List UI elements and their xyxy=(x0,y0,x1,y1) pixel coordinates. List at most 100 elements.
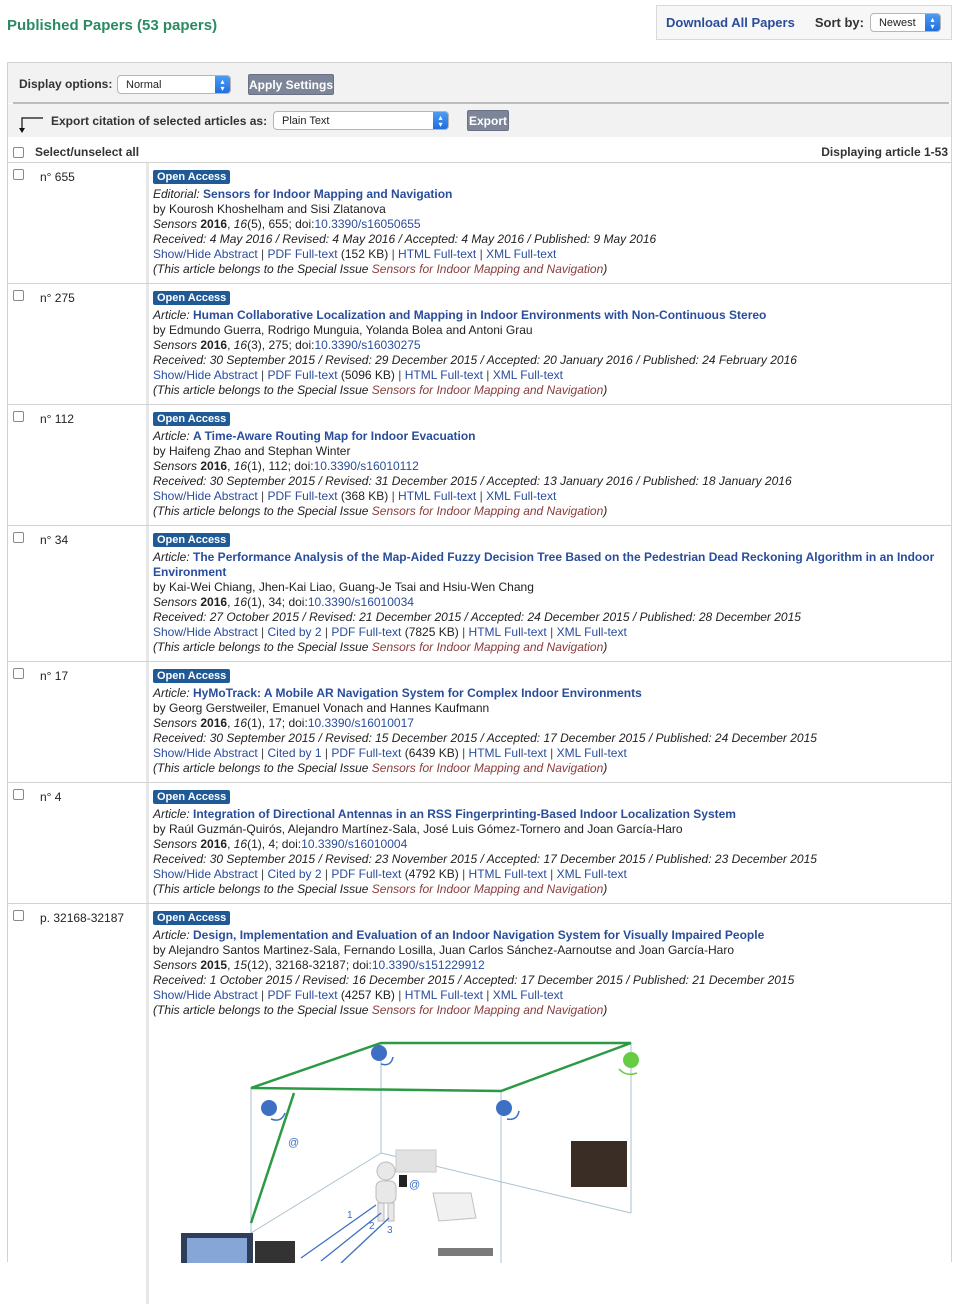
select-all-label[interactable]: Select/unselect all xyxy=(35,145,139,159)
article-content: Open Access Article: The Performance Ana… xyxy=(146,526,951,661)
article-title-link[interactable]: Design, Implementation and Evaluation of… xyxy=(193,928,764,942)
article-content: Open Access Article: Human Collaborative… xyxy=(146,284,951,404)
export-format-select[interactable]: Plain Text ▴ ▾ xyxy=(273,111,449,130)
select-all-checkbox[interactable] xyxy=(13,147,24,158)
pdf-fulltext-link[interactable]: PDF Full-text xyxy=(268,247,338,261)
xml-fulltext-link[interactable]: XML Full-text xyxy=(493,988,563,1002)
html-fulltext-link[interactable]: HTML Full-text xyxy=(405,368,483,382)
doi-link[interactable]: 10.3390/s151229912 xyxy=(372,958,485,972)
doi-link[interactable]: 10.3390/s16010017 xyxy=(308,716,414,730)
doi-link[interactable]: 10.3390/s16030275 xyxy=(314,338,420,352)
article-checkbox[interactable] xyxy=(13,532,24,543)
download-all-link[interactable]: Download All Papers xyxy=(666,15,795,30)
open-access-badge[interactable]: Open Access xyxy=(153,533,231,547)
article-title-link[interactable]: Human Collaborative Localization and Map… xyxy=(193,308,766,322)
article-checkbox[interactable] xyxy=(13,290,24,301)
pdf-fulltext-link[interactable]: PDF Full-text xyxy=(331,746,401,760)
article-title-link[interactable]: HyMoTrack: A Mobile AR Navigation System… xyxy=(193,686,642,700)
display-options-select[interactable]: Normal ▴ ▾ xyxy=(117,75,231,94)
show-hide-abstract-link[interactable]: Show/Hide Abstract xyxy=(153,988,258,1002)
cited-by-link[interactable]: Cited by 2 xyxy=(268,625,322,639)
article-checkbox[interactable] xyxy=(13,910,24,921)
article-title-link[interactable]: Sensors for Indoor Mapping and Navigatio… xyxy=(203,187,452,201)
special-issue-link[interactable]: Sensors for Indoor Mapping and Navigatio… xyxy=(372,262,603,276)
article-dates: Received: 1 October 2015 / Revised: 16 D… xyxy=(153,973,795,987)
export-button[interactable]: Export xyxy=(467,110,509,131)
html-fulltext-link[interactable]: HTML Full-text xyxy=(405,988,483,1002)
special-issue-link[interactable]: Sensors for Indoor Mapping and Navigatio… xyxy=(372,640,603,654)
article-title-line: Article: Integration of Directional Ante… xyxy=(153,807,951,822)
pdf-fulltext-link[interactable]: PDF Full-text xyxy=(268,368,338,382)
article-citation: Sensors 2016, 16(1), 17; doi:10.3390/s16… xyxy=(153,716,414,730)
doi-link[interactable]: 10.3390/s16010112 xyxy=(314,459,419,473)
cited-by-link[interactable]: Cited by 1 xyxy=(268,746,322,760)
article-checkbox[interactable] xyxy=(13,668,24,679)
open-access-badge[interactable]: Open Access xyxy=(153,170,231,184)
xml-fulltext-link[interactable]: XML Full-text xyxy=(557,746,627,760)
html-fulltext-link[interactable]: HTML Full-text xyxy=(398,489,476,503)
special-issue-link[interactable]: Sensors for Indoor Mapping and Navigatio… xyxy=(372,1003,603,1017)
special-issue-link[interactable]: Sensors for Indoor Mapping and Navigatio… xyxy=(372,504,603,518)
article-dates: Received: 4 May 2016 / Revised: 4 May 20… xyxy=(153,232,657,246)
cited-by-link[interactable]: Cited by 2 xyxy=(268,867,322,881)
journal-name: Sensors xyxy=(153,837,198,851)
show-hide-abstract-link[interactable]: Show/Hide Abstract xyxy=(153,247,258,261)
export-label: Export citation of selected articles as: xyxy=(51,114,268,128)
show-hide-abstract-link[interactable]: Show/Hide Abstract xyxy=(153,625,258,639)
special-issue-link[interactable]: Sensors for Indoor Mapping and Navigatio… xyxy=(372,761,603,775)
journal-name: Sensors xyxy=(153,716,198,730)
html-fulltext-link[interactable]: HTML Full-text xyxy=(469,625,547,639)
doi-link[interactable]: 10.3390/s16050655 xyxy=(314,217,420,231)
special-issue-link[interactable]: Sensors for Indoor Mapping and Navigatio… xyxy=(372,882,603,896)
doi-link[interactable]: 10.3390/s16010034 xyxy=(308,595,414,609)
article-dates: Received: 30 September 2015 / Revised: 1… xyxy=(153,731,817,745)
article-number: n° 17 xyxy=(40,669,69,683)
show-hide-abstract-link[interactable]: Show/Hide Abstract xyxy=(153,746,258,760)
open-access-badge[interactable]: Open Access xyxy=(153,291,231,305)
html-fulltext-link[interactable]: HTML Full-text xyxy=(469,867,547,881)
cabinet xyxy=(571,1141,627,1187)
pdf-fulltext-link[interactable]: PDF Full-text xyxy=(331,867,401,881)
article-number: n° 655 xyxy=(40,170,75,184)
apply-settings-button[interactable]: Apply Settings xyxy=(248,74,334,95)
open-access-badge[interactable]: Open Access xyxy=(153,790,231,804)
open-access-badge[interactable]: Open Access xyxy=(153,669,231,683)
article-title-link[interactable]: Integration of Directional Antennas in a… xyxy=(193,807,736,821)
show-hide-abstract-link[interactable]: Show/Hide Abstract xyxy=(153,368,258,382)
pdf-fulltext-link[interactable]: PDF Full-text xyxy=(268,489,338,503)
link-separator: | xyxy=(394,988,405,1002)
link-separator: | xyxy=(482,368,493,382)
xml-fulltext-link[interactable]: XML Full-text xyxy=(557,625,627,639)
pdf-fulltext-link[interactable]: PDF Full-text xyxy=(331,625,401,639)
html-fulltext-link[interactable]: HTML Full-text xyxy=(469,746,547,760)
sort-select[interactable]: Newest ▴ ▾ xyxy=(869,13,941,32)
article-issue: (3), 275; doi: xyxy=(247,338,315,352)
xml-fulltext-link[interactable]: XML Full-text xyxy=(557,867,627,881)
html-fulltext-link[interactable]: HTML Full-text xyxy=(398,247,476,261)
doi-link[interactable]: 10.3390/s16010004 xyxy=(301,837,407,851)
article-year: 2016 xyxy=(200,338,228,352)
article-dates: Received: 30 September 2015 / Revised: 3… xyxy=(153,474,792,488)
special-issue-link[interactable]: Sensors for Indoor Mapping and Navigatio… xyxy=(372,383,603,397)
article-type: Article: xyxy=(153,686,194,700)
xml-fulltext-link[interactable]: XML Full-text xyxy=(493,368,563,382)
pdf-fulltext-link[interactable]: PDF Full-text xyxy=(268,988,338,1002)
article-links: Show/Hide Abstract | Cited by 2 | PDF Fu… xyxy=(153,867,951,882)
article-title-link[interactable]: A Time-Aware Routing Map for Indoor Evac… xyxy=(193,429,475,443)
link-separator: | xyxy=(546,625,557,639)
show-hide-abstract-link[interactable]: Show/Hide Abstract xyxy=(153,867,258,881)
article-checkbox[interactable] xyxy=(13,789,24,800)
beacon-icon xyxy=(261,1045,639,1121)
xml-fulltext-link[interactable]: XML Full-text xyxy=(486,247,556,261)
article-authors: by Kourosh Khoshelham and Sisi Zlatanova xyxy=(153,202,386,216)
article-title-link[interactable]: The Performance Analysis of the Map-Aide… xyxy=(153,550,934,579)
open-access-badge[interactable]: Open Access xyxy=(153,911,231,925)
select-arrows-icon: ▴ ▾ xyxy=(215,76,230,93)
article-checkbox[interactable] xyxy=(13,169,24,180)
show-hide-abstract-link[interactable]: Show/Hide Abstract xyxy=(153,489,258,503)
xml-fulltext-link[interactable]: XML Full-text xyxy=(486,489,556,503)
journal-name: Sensors xyxy=(153,459,198,473)
open-access-badge[interactable]: Open Access xyxy=(153,412,231,426)
article-content: Open Access Article: Integration of Dire… xyxy=(146,783,951,903)
article-checkbox[interactable] xyxy=(13,411,24,422)
